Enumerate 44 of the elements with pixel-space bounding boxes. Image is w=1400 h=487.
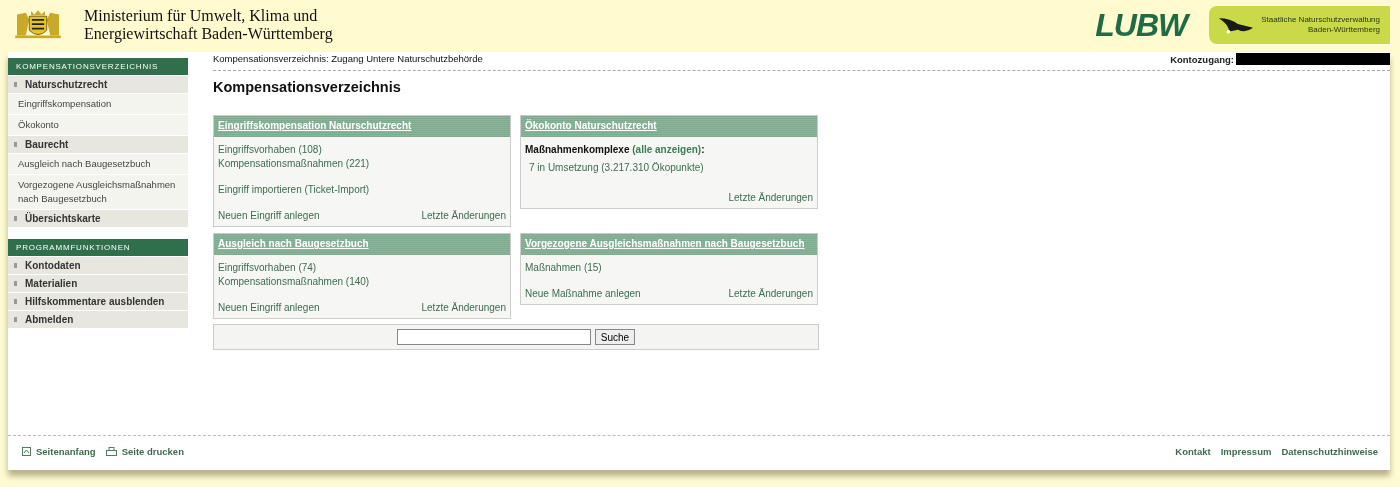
sidebar-heading: KOMPENSATIONSVERZEICHNIS bbox=[8, 58, 188, 75]
footer-link[interactable]: Seite drucken bbox=[105, 445, 184, 457]
card-link[interactable]: Kompensationsmaßnahmen (221) bbox=[218, 158, 370, 169]
ministry-name: Ministerium für Umwelt, Klima und Energiewirtschaft Baden-Württemberg bbox=[84, 7, 333, 43]
sidebar-category[interactable]: Übersichtskarte bbox=[8, 209, 188, 227]
search-field[interactable] bbox=[396, 329, 591, 345]
sidebar-heading: PROGRAMMFUNKTIONEN bbox=[8, 239, 188, 256]
create-link[interactable]: Neuen Eingriff anlegen bbox=[218, 301, 320, 315]
recent-changes-link[interactable]: Letzte Änderungen bbox=[728, 287, 813, 301]
sidebar-link[interactable]: Ausgleich nach Baugesetzbuch bbox=[8, 153, 188, 174]
card-link[interactable]: 7 in Umsetzung (3.217.310 Ökopunkte) bbox=[529, 162, 704, 173]
card-link[interactable]: Eingriffsvorhaben (74) bbox=[218, 262, 317, 273]
footer-link[interactable]: Seitenanfang bbox=[22, 445, 96, 457]
account-label: Kontozugang: bbox=[1170, 53, 1234, 65]
sidebar-category[interactable]: Kontodaten bbox=[8, 256, 188, 274]
card-link[interactable]: Eingriffsvorhaben (108) bbox=[218, 144, 322, 155]
breadcrumb: Kompensationsverzeichnis: Zugang Untere Naturschutzbehörde bbox=[213, 53, 483, 65]
footer-link[interactable]: Datenschutzhinweise bbox=[1281, 445, 1378, 457]
search-button[interactable]: Suche bbox=[594, 329, 636, 345]
card-link[interactable]: Maßnahmen (15) bbox=[525, 262, 602, 273]
recent-changes-link[interactable]: Letzte Änderungen bbox=[728, 191, 813, 205]
page-top-icon bbox=[22, 446, 31, 456]
agency-badge[interactable]: Staatliche Naturschutzverwaltung Baden-Württemberg bbox=[1209, 6, 1390, 44]
recent-changes-link[interactable]: Letzte Änderungen bbox=[421, 301, 506, 315]
card-link[interactable]: Eingriff importieren (Ticket-Import) bbox=[218, 184, 370, 195]
sidebar-link[interactable]: Ökokonto bbox=[8, 114, 188, 135]
card-link[interactable]: Kompensationsmaßnahmen (140) bbox=[218, 276, 370, 287]
sidebar-category[interactable]: Baurecht bbox=[8, 135, 188, 153]
colon: : bbox=[701, 144, 705, 155]
printer-icon bbox=[105, 446, 117, 456]
sidebar-category[interactable]: Naturschutzrecht bbox=[8, 75, 188, 93]
sidebar-category[interactable]: Materialien bbox=[8, 274, 188, 292]
sidebar-category[interactable]: Hilfskommentare ausblenden bbox=[8, 292, 188, 310]
create-link[interactable]: Neue Maßnahme anlegen bbox=[525, 287, 641, 301]
footer-link[interactable]: Impressum bbox=[1220, 445, 1272, 457]
sidebar-category[interactable]: Abmelden bbox=[8, 310, 188, 328]
recent-changes-link[interactable]: Letzte Änderungen bbox=[421, 209, 506, 223]
agency-name: Staatliche Naturschutzverwaltung Baden-Württemberg bbox=[1261, 15, 1380, 35]
create-link[interactable]: Neuen Eingriff anlegen bbox=[218, 209, 320, 223]
sidebar-link[interactable]: Eingriffskompensation bbox=[8, 93, 188, 114]
page-title: Kompensationsverzeichnis bbox=[213, 79, 402, 95]
footer-link[interactable]: Kontakt bbox=[1175, 445, 1211, 457]
sidebar-link[interactable]: Vorgezogene Ausgleichsmaßnahmen nach Baugesetzbuch bbox=[8, 174, 188, 209]
group-label: Maßnahmenkomplexe bbox=[525, 144, 630, 155]
